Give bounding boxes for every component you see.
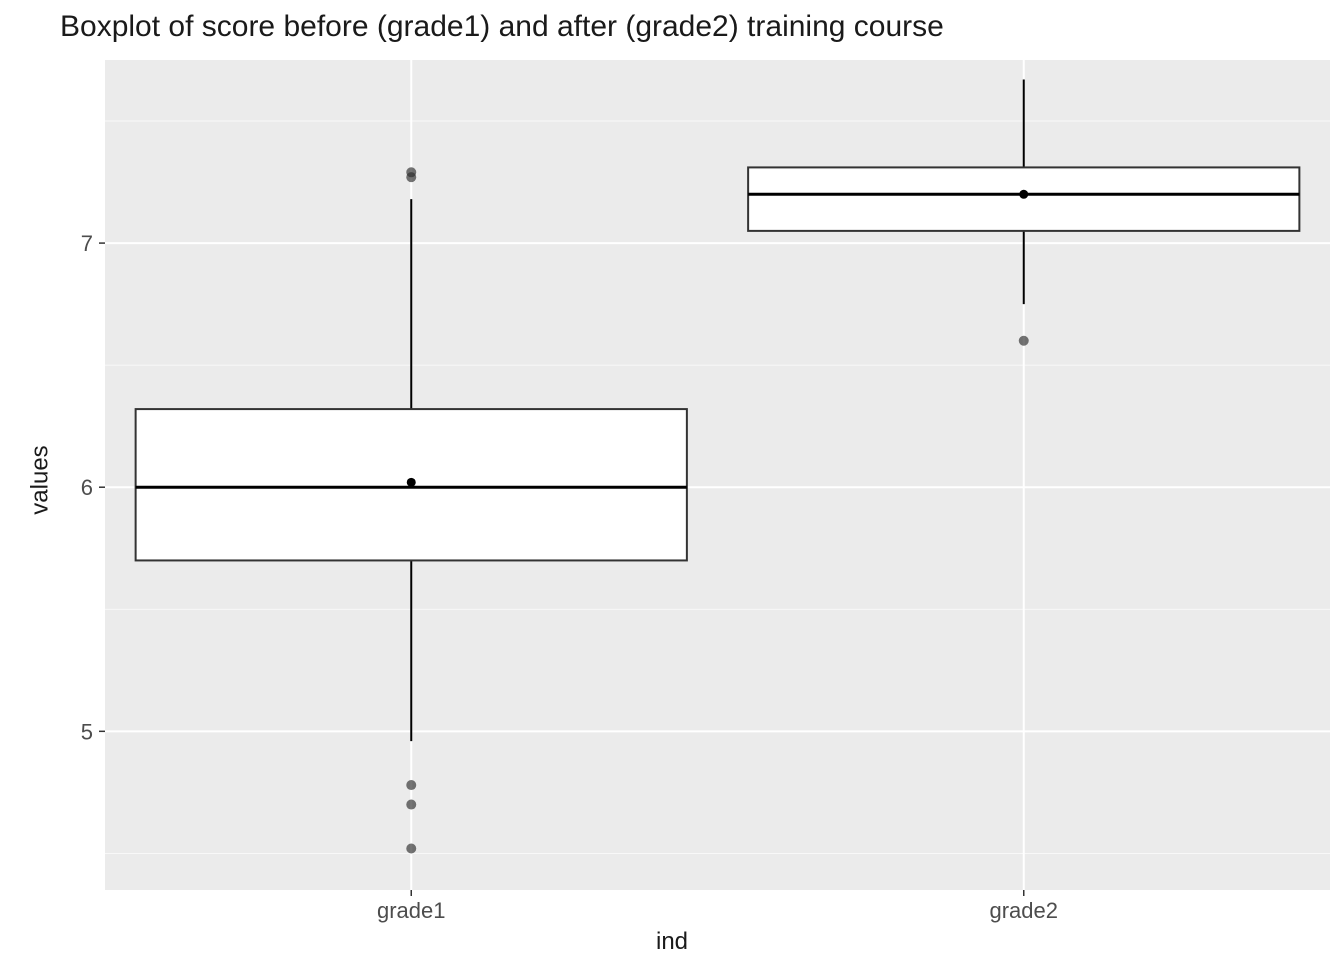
x-tick-label: grade2: [989, 898, 1058, 923]
mean-point: [1019, 190, 1028, 199]
mean-point: [407, 478, 416, 487]
outlier-point: [406, 167, 416, 177]
chart-container: Boxplot of score before (grade1) and aft…: [0, 0, 1344, 960]
y-axis-label: values: [27, 445, 55, 514]
x-axis-label: ind: [0, 928, 1344, 956]
outlier-point: [406, 800, 416, 810]
outlier-point: [406, 780, 416, 790]
outlier-point: [1019, 336, 1029, 346]
y-tick-label: 7: [81, 231, 93, 256]
box: [748, 167, 1299, 230]
y-tick-label: 6: [81, 475, 93, 500]
chart-title: Boxplot of score before (grade1) and aft…: [60, 10, 944, 44]
y-tick-label: 5: [81, 719, 93, 744]
outlier-point: [406, 844, 416, 854]
x-tick-label: grade1: [377, 898, 446, 923]
chart-svg: 5 6 7 grade1 grade2: [0, 0, 1344, 960]
